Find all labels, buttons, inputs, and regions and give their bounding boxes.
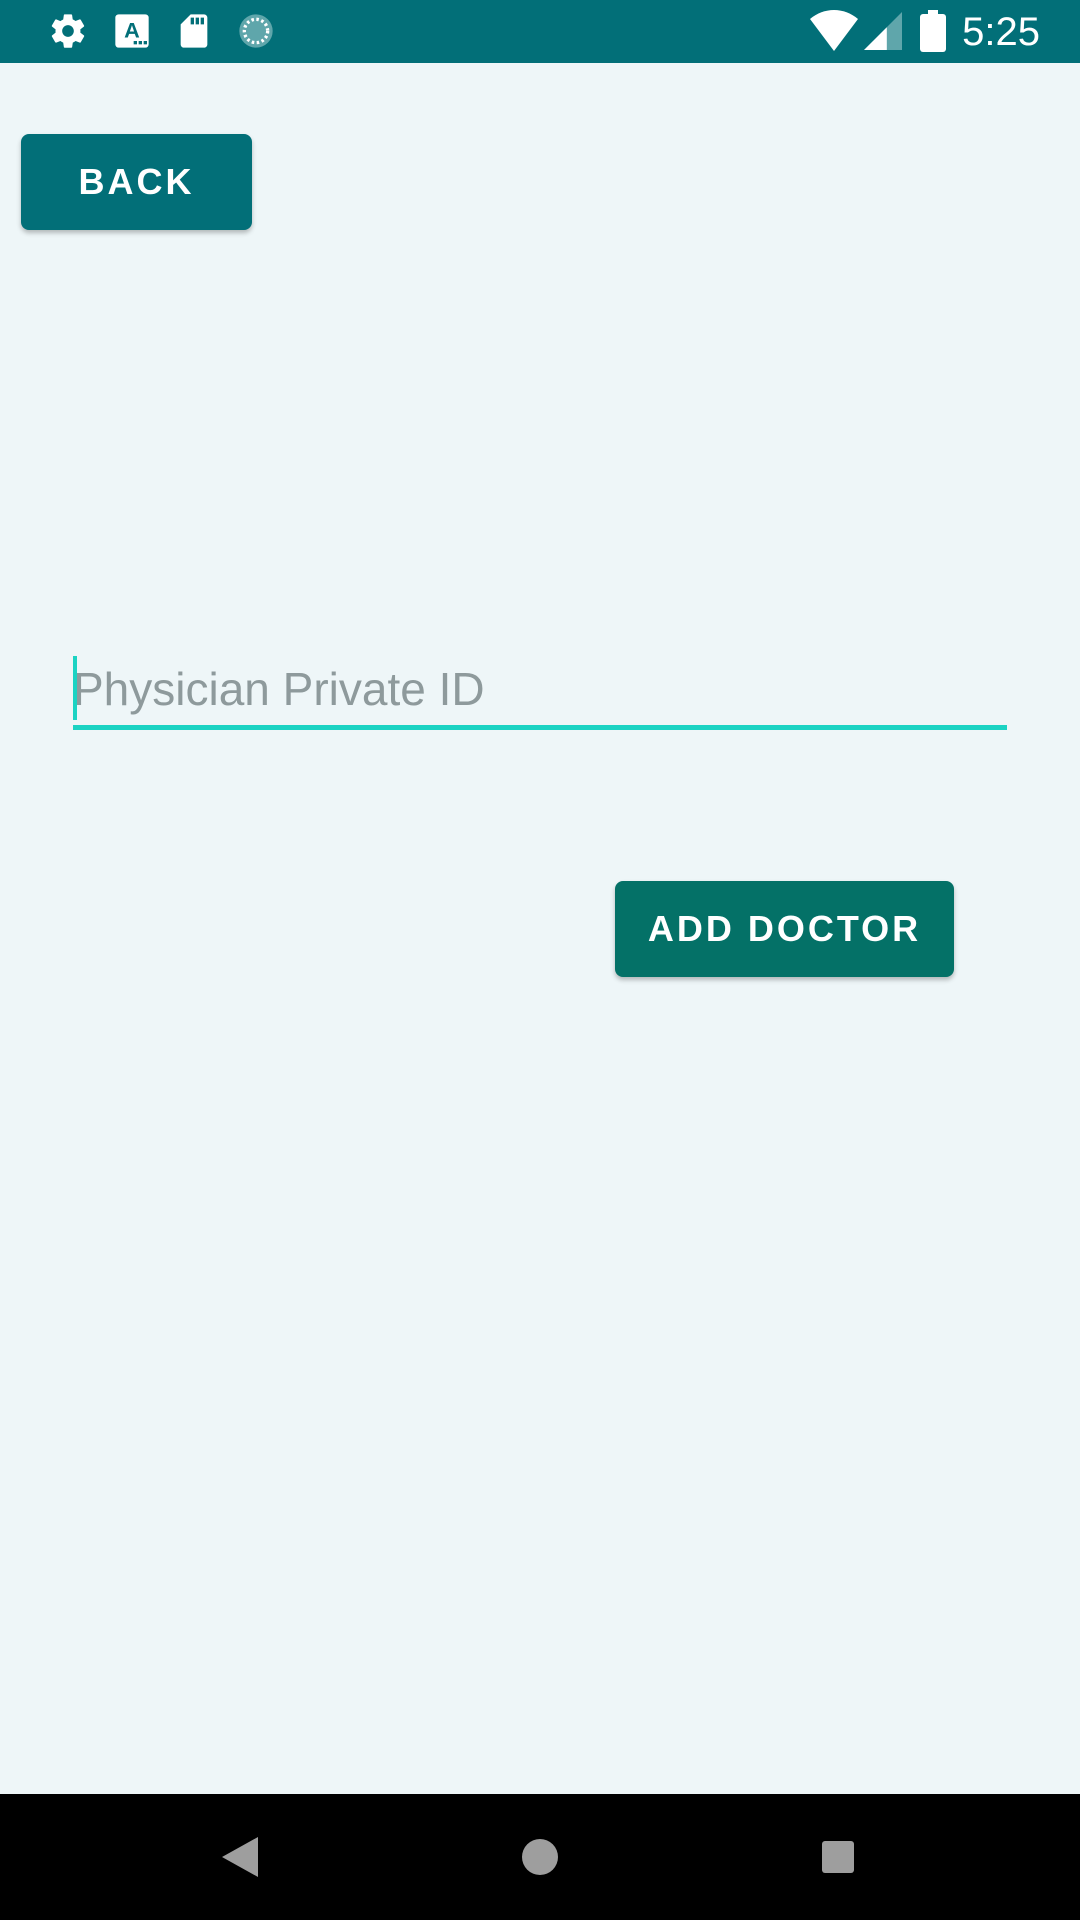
physician-id-field[interactable] <box>73 650 1007 732</box>
settings-icon <box>51 14 85 48</box>
back-button[interactable]: BACK <box>21 134 252 230</box>
sync-icon <box>239 14 273 48</box>
status-bar: A 5:25 <box>0 0 1080 63</box>
screen: A 5:25 BACK ADD DOCTOR <box>0 0 1080 1920</box>
navigation-bar <box>0 1794 1080 1920</box>
back-triangle-icon[interactable] <box>222 1837 258 1877</box>
text-cursor <box>73 656 77 720</box>
input-underline <box>73 725 1007 730</box>
text-a-icon: A <box>115 14 149 48</box>
recents-square-icon[interactable] <box>822 1841 854 1873</box>
signal-icon <box>864 12 902 50</box>
battery-icon <box>920 10 946 52</box>
status-time: 5:25 <box>962 10 1040 54</box>
physician-id-input[interactable] <box>73 650 1007 728</box>
svg-text:A: A <box>124 18 140 43</box>
wifi-icon <box>810 10 858 51</box>
sd-card-icon <box>180 14 208 48</box>
add-doctor-button[interactable]: ADD DOCTOR <box>615 881 954 977</box>
home-circle-icon[interactable] <box>522 1839 558 1875</box>
